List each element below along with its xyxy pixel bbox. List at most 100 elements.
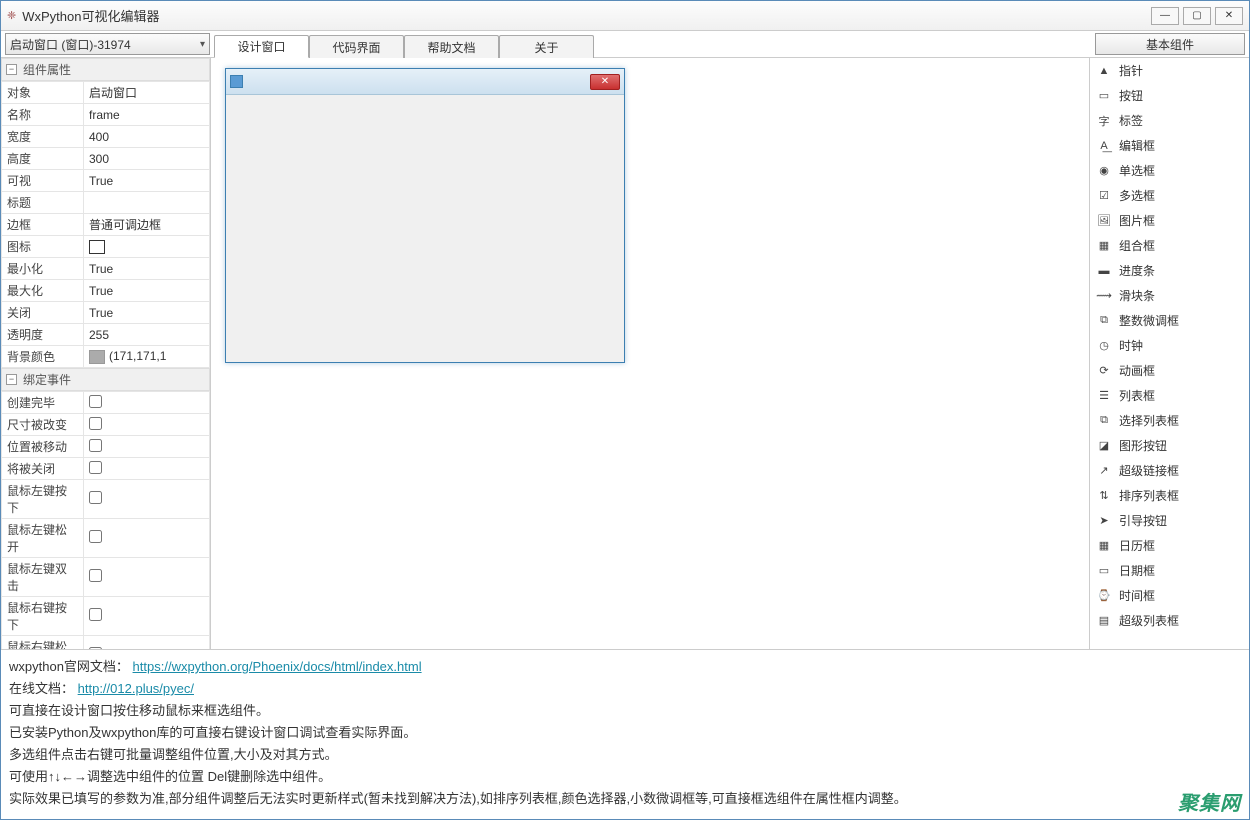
component-item-label[interactable]: 字标签 <box>1090 108 1249 133</box>
property-value[interactable]: True <box>84 170 210 192</box>
event-checkbox-cell[interactable] <box>84 558 210 597</box>
component-item-time[interactable]: ⌚时间框 <box>1090 583 1249 608</box>
event-checkbox-cell[interactable] <box>84 480 210 519</box>
property-row[interactable]: 图标 <box>2 236 210 258</box>
event-row[interactable]: 将被关闭 <box>2 458 210 480</box>
event-checkbox-cell[interactable] <box>84 458 210 480</box>
property-value[interactable]: (171,171,1 <box>84 346 210 368</box>
component-item-guide[interactable]: ➤引导按钮 <box>1090 508 1249 533</box>
property-row[interactable]: 边框普通可调边框 <box>2 214 210 236</box>
component-item-check[interactable]: ☑多选框 <box>1090 183 1249 208</box>
doc-link[interactable]: https://wxpython.org/Phoenix/docs/html/i… <box>133 659 422 674</box>
property-value[interactable]: 普通可调边框 <box>84 214 210 236</box>
property-label: 背景颜色 <box>2 346 84 368</box>
event-checkbox-cell[interactable] <box>84 436 210 458</box>
tab-design[interactable]: 设计窗口 <box>214 35 309 58</box>
property-row[interactable]: 宽度400 <box>2 126 210 148</box>
component-item-group[interactable]: ▦组合框 <box>1090 233 1249 258</box>
event-row[interactable]: 位置被移动 <box>2 436 210 458</box>
component-item-image[interactable]: 🖼图片框 <box>1090 208 1249 233</box>
event-checkbox-cell[interactable] <box>84 597 210 636</box>
event-row[interactable]: 鼠标左键松开 <box>2 519 210 558</box>
component-item-choicelist[interactable]: ⧉选择列表框 <box>1090 408 1249 433</box>
property-row[interactable]: 背景颜色(171,171,1 <box>2 346 210 368</box>
component-item-date[interactable]: ▭日期框 <box>1090 558 1249 583</box>
component-item-spin[interactable]: ⧉整数微调框 <box>1090 308 1249 333</box>
property-value[interactable]: True <box>84 302 210 324</box>
event-checkbox[interactable] <box>89 461 102 474</box>
component-item-sortlist[interactable]: ⇅排序列表框 <box>1090 483 1249 508</box>
time-icon: ⌚ <box>1096 588 1112 604</box>
basic-components-button[interactable]: 基本组件 <box>1095 33 1245 55</box>
property-value[interactable]: True <box>84 258 210 280</box>
property-panel[interactable]: − 组件属性 对象启动窗口名称frame宽度400高度300可视True标题边框… <box>1 58 211 649</box>
event-checkbox[interactable] <box>89 608 102 621</box>
property-value[interactable] <box>84 192 210 214</box>
property-row[interactable]: 最大化True <box>2 280 210 302</box>
event-checkbox[interactable] <box>89 530 102 543</box>
event-checkbox-cell[interactable] <box>84 392 210 414</box>
component-item-progress[interactable]: ▬进度条 <box>1090 258 1249 283</box>
component-item-pointer[interactable]: ▲指针 <box>1090 58 1249 83</box>
tab-code[interactable]: 代码界面 <box>309 35 404 58</box>
property-row[interactable]: 标题 <box>2 192 210 214</box>
component-item-radio[interactable]: ◉单选框 <box>1090 158 1249 183</box>
collapse-icon[interactable]: − <box>6 64 17 75</box>
property-value[interactable]: frame <box>84 104 210 126</box>
event-row[interactable]: 鼠标左键按下 <box>2 480 210 519</box>
event-checkbox-cell[interactable] <box>84 519 210 558</box>
property-label: 边框 <box>2 214 84 236</box>
design-canvas[interactable]: ✕ <box>211 58 1089 649</box>
component-item-list[interactable]: ☰列表框 <box>1090 383 1249 408</box>
tab-about[interactable]: 关于 <box>499 35 594 58</box>
component-item-hyperlink[interactable]: ↗超级链接框 <box>1090 458 1249 483</box>
component-item-calendar[interactable]: ▦日历框 <box>1090 533 1249 558</box>
event-row[interactable]: 鼠标右键按下 <box>2 597 210 636</box>
maximize-button[interactable]: ▢ <box>1183 7 1211 25</box>
property-row[interactable]: 可视True <box>2 170 210 192</box>
component-item-superlist[interactable]: ▤超级列表框 <box>1090 608 1249 633</box>
online-link[interactable]: http://012.plus/pyec/ <box>78 681 194 696</box>
event-checkbox-cell[interactable] <box>84 414 210 436</box>
event-checkbox[interactable] <box>89 417 102 430</box>
property-value[interactable] <box>84 236 210 258</box>
property-row[interactable]: 透明度255 <box>2 324 210 346</box>
property-row[interactable]: 对象启动窗口 <box>2 82 210 104</box>
check-icon: ☑ <box>1096 188 1112 204</box>
event-checkbox[interactable] <box>89 491 102 504</box>
event-row[interactable]: 尺寸被改变 <box>2 414 210 436</box>
component-item-imgbtn[interactable]: ◪图形按钮 <box>1090 433 1249 458</box>
component-item-anim[interactable]: ⟳动画框 <box>1090 358 1249 383</box>
window-select-dropdown[interactable]: 启动窗口 (窗口)-31974 <box>5 33 210 55</box>
component-item-button[interactable]: ▭按钮 <box>1090 83 1249 108</box>
event-checkbox[interactable] <box>89 439 102 452</box>
component-item-edit[interactable]: A͟编辑框 <box>1090 133 1249 158</box>
close-button[interactable]: ✕ <box>1215 7 1243 25</box>
property-row[interactable]: 最小化True <box>2 258 210 280</box>
property-value[interactable]: 255 <box>84 324 210 346</box>
component-item-slider[interactable]: ⟿滑块条 <box>1090 283 1249 308</box>
property-value[interactable]: 300 <box>84 148 210 170</box>
event-row[interactable]: 创建完毕 <box>2 392 210 414</box>
tab-help[interactable]: 帮助文档 <box>404 35 499 58</box>
preview-window[interactable]: ✕ <box>225 68 625 363</box>
event-row[interactable]: 鼠标左键双击 <box>2 558 210 597</box>
property-row[interactable]: 关闭True <box>2 302 210 324</box>
component-palette[interactable]: ▲指针▭按钮字标签A͟编辑框◉单选框☑多选框🖼图片框▦组合框▬进度条⟿滑块条⧉整… <box>1089 58 1249 649</box>
preview-titlebar[interactable]: ✕ <box>226 69 624 95</box>
event-row[interactable]: 鼠标右键松开 <box>2 636 210 650</box>
event-checkbox-cell[interactable] <box>84 636 210 650</box>
event-checkbox[interactable] <box>89 395 102 408</box>
event-checkbox[interactable] <box>89 569 102 582</box>
prop-section-header[interactable]: − 组件属性 <box>1 58 210 81</box>
event-section-header[interactable]: − 绑定事件 <box>1 368 210 391</box>
preview-close-button[interactable]: ✕ <box>590 74 620 90</box>
property-row[interactable]: 名称frame <box>2 104 210 126</box>
property-value[interactable]: 启动窗口 <box>84 82 210 104</box>
component-item-clock[interactable]: ◷时钟 <box>1090 333 1249 358</box>
minimize-button[interactable]: — <box>1151 7 1179 25</box>
property-row[interactable]: 高度300 <box>2 148 210 170</box>
property-value[interactable]: True <box>84 280 210 302</box>
property-value[interactable]: 400 <box>84 126 210 148</box>
collapse-icon[interactable]: − <box>6 374 17 385</box>
